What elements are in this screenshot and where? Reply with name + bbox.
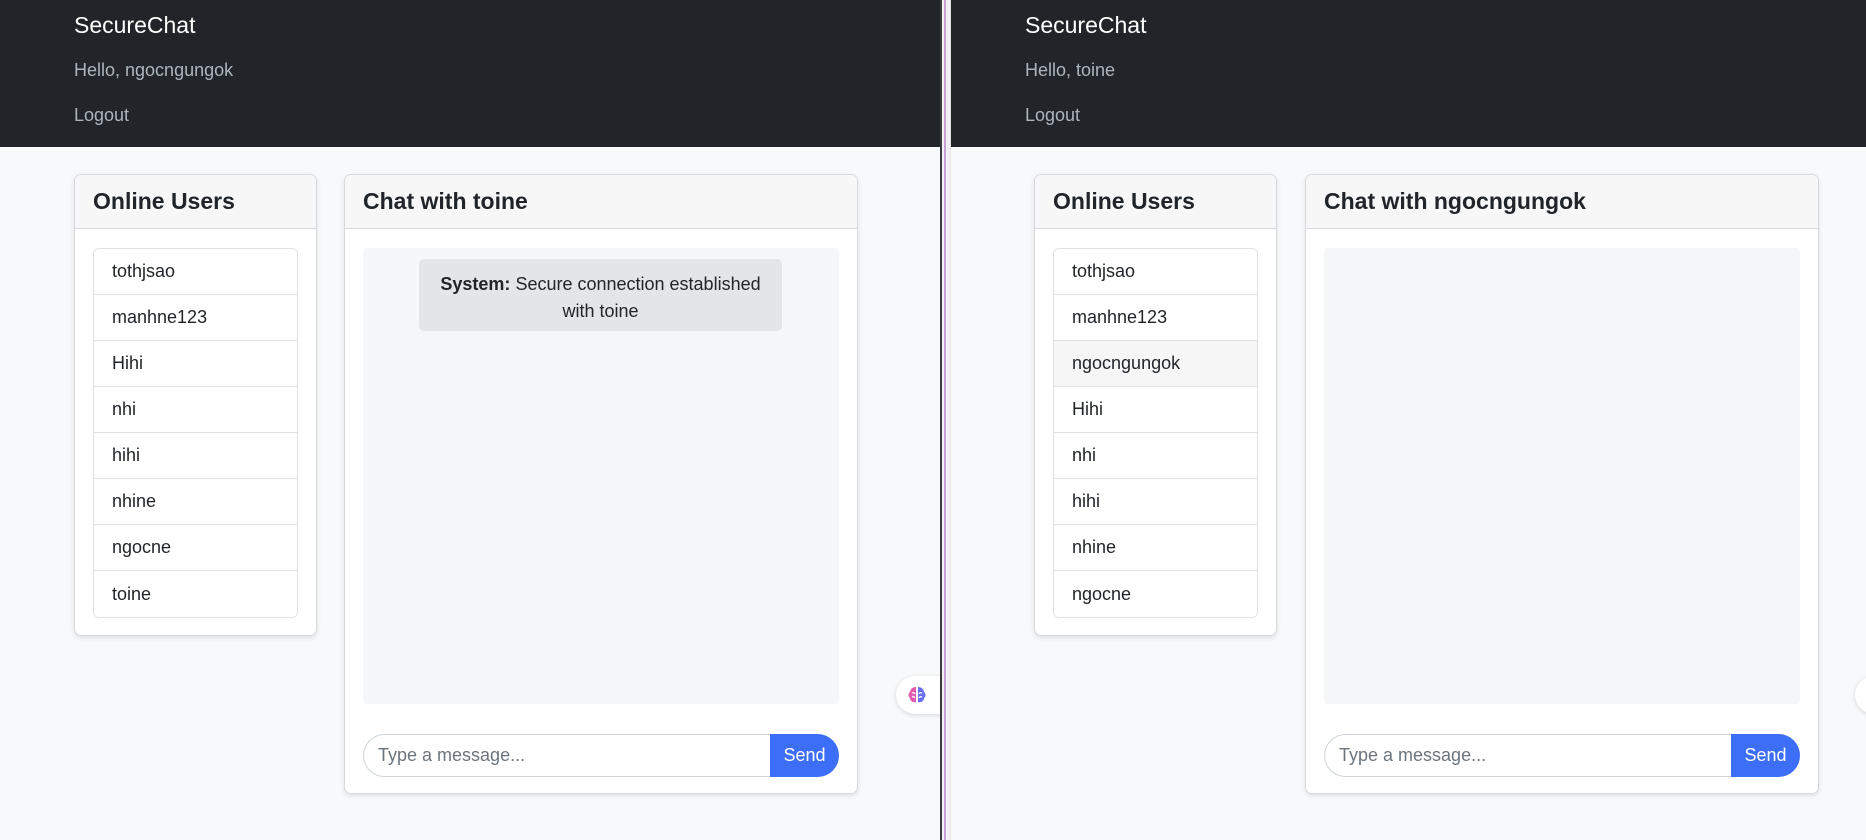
user-list-item[interactable]: manhne123: [1054, 295, 1257, 341]
user-list-item[interactable]: hihi: [1054, 479, 1257, 525]
right-browser-window: SecureChat Hello, toine Logout Online Us…: [951, 0, 1866, 840]
online-users-title: Online Users: [1035, 175, 1276, 229]
online-users-card: Online Users tothjsao manhne123 Hihi nhi…: [74, 174, 317, 636]
user-greeting: Hello, toine: [1025, 60, 1116, 80]
user-list-item[interactable]: nhine: [1054, 525, 1257, 571]
user-list-item[interactable]: manhne123: [94, 295, 297, 341]
message-text: Secure connection established with toine: [515, 274, 761, 321]
user-list-item[interactable]: nhine: [94, 479, 297, 525]
chat-card: Chat with toine System: Secure connectio…: [344, 174, 858, 794]
user-list-item[interactable]: ngocngungok: [1054, 341, 1257, 387]
system-message: System: Secure connection established wi…: [419, 259, 782, 331]
user-list-item[interactable]: ngocne: [1054, 571, 1257, 617]
user-greeting: Hello, ngocngungok: [74, 60, 234, 80]
brain-icon: [908, 687, 926, 703]
chat-title: Chat with toine: [345, 175, 857, 229]
logout-link[interactable]: Logout: [74, 105, 129, 126]
navbar: SecureChat Hello, toine Logout: [951, 0, 1866, 147]
online-users-card: Online Users tothjsao manhne123 ngocngun…: [1034, 174, 1277, 636]
message-sender: System:: [440, 274, 511, 294]
user-list-item[interactable]: tothjsao: [94, 249, 297, 295]
brand-logo-text[interactable]: SecureChat: [74, 12, 195, 39]
brand-logo-text[interactable]: SecureChat: [1025, 12, 1146, 39]
user-list-item[interactable]: ngocne: [94, 525, 297, 571]
user-list-item[interactable]: Hihi: [94, 341, 297, 387]
navbar: SecureChat Hello, ngocngungok Logout: [0, 0, 940, 147]
online-users-list: tothjsao manhne123 Hihi nhi hihi nhine n…: [93, 248, 298, 618]
chat-title: Chat with ngocngungok: [1306, 175, 1818, 229]
user-list-item[interactable]: toine: [94, 571, 297, 617]
logout-link[interactable]: Logout: [1025, 105, 1080, 126]
message-input-row: Send: [363, 734, 839, 777]
send-button[interactable]: Send: [770, 734, 839, 777]
send-button[interactable]: Send: [1731, 734, 1800, 777]
left-browser-window: SecureChat Hello, ngocngungok Logout Onl…: [0, 0, 940, 840]
window-divider-accent: [944, 0, 946, 840]
extension-badge[interactable]: [896, 676, 940, 714]
user-list-item[interactable]: nhi: [1054, 433, 1257, 479]
user-list-item[interactable]: Hihi: [1054, 387, 1257, 433]
message-input-row: Send: [1324, 734, 1800, 777]
user-list-item[interactable]: nhi: [94, 387, 297, 433]
message-input[interactable]: [363, 734, 770, 777]
chat-card: Chat with ngocngungok Send: [1305, 174, 1819, 794]
online-users-title: Online Users: [75, 175, 316, 229]
user-list-item[interactable]: tothjsao: [1054, 249, 1257, 295]
message-area[interactable]: System: Secure connection established wi…: [363, 248, 839, 704]
message-area[interactable]: [1324, 248, 1800, 704]
user-list-item[interactable]: hihi: [94, 433, 297, 479]
message-input[interactable]: [1324, 734, 1731, 777]
online-users-list: tothjsao manhne123 ngocngungok Hihi nhi …: [1053, 248, 1258, 618]
